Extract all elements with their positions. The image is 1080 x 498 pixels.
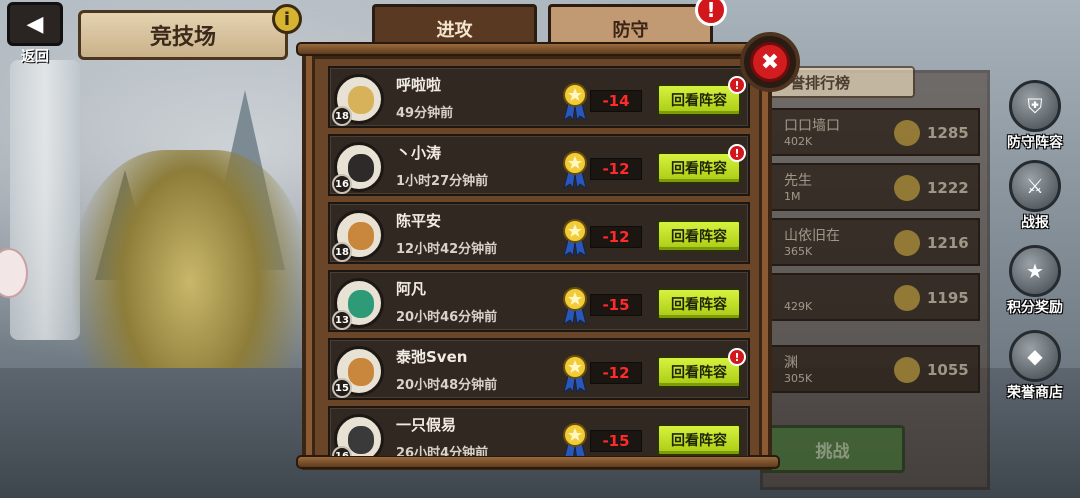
right-menu-label: 防守阵容 bbox=[1007, 135, 1063, 151]
player-level-badge: 15 bbox=[332, 378, 352, 398]
ranking-score: 1195 bbox=[927, 289, 969, 307]
ranking-name: 山依旧在 bbox=[784, 228, 840, 244]
battle-report-icon: ⚔ bbox=[1009, 160, 1061, 212]
ranking-power: 365K bbox=[784, 245, 813, 258]
medal-icon bbox=[563, 423, 587, 456]
avatar-face bbox=[348, 222, 374, 250]
right-menu-label: 积分奖励 bbox=[1007, 300, 1063, 316]
player-name: 阿凡 bbox=[396, 280, 427, 298]
close-button[interactable]: ✖ bbox=[740, 32, 800, 92]
right-menu-label: 荣誉商店 bbox=[1007, 385, 1063, 401]
ranking-score: 1285 bbox=[927, 124, 969, 142]
ranking-score: 1216 bbox=[927, 234, 969, 252]
page-title: 竞技场 bbox=[78, 10, 288, 60]
info-icon[interactable]: i bbox=[272, 4, 302, 34]
ranking-power: 305K bbox=[784, 372, 813, 385]
record-time: 26小时4分钟前 bbox=[396, 446, 489, 456]
player-name: 丶小涛 bbox=[396, 144, 442, 162]
record-time: 20小时46分钟前 bbox=[396, 310, 498, 325]
medal-icon bbox=[894, 230, 920, 256]
score-change: -14 bbox=[590, 90, 642, 112]
medal-icon bbox=[563, 287, 587, 326]
medal-icon bbox=[563, 355, 587, 394]
ranking-score: 1055 bbox=[927, 361, 969, 379]
review-lineup-button[interactable]: 回看阵容 bbox=[657, 220, 741, 252]
shield-icon: ⛨ bbox=[1009, 80, 1061, 132]
challenge-button[interactable]: 挑战 bbox=[760, 425, 905, 473]
avatar-face bbox=[348, 86, 374, 114]
review-lineup-button[interactable]: 回看阵容 bbox=[657, 288, 741, 320]
ranking-name: 先生 bbox=[784, 173, 812, 189]
review-lineup-button[interactable]: 回看阵容 bbox=[657, 424, 741, 456]
player-level-badge: 13 bbox=[332, 310, 352, 330]
reward-icon: ★ bbox=[1009, 245, 1061, 297]
ranking-row: 429K 1195 bbox=[760, 273, 980, 321]
ranking-power: 429K bbox=[784, 300, 813, 313]
record-time: 20小时48分钟前 bbox=[396, 378, 498, 393]
defense-record-row: 18 陈平安 12小时42分钟前 -12 回看阵容 bbox=[328, 202, 750, 264]
avatar-face bbox=[348, 290, 374, 318]
defense-record-row: 16 一只假易 26小时4分钟前 -15 回看阵容 bbox=[328, 406, 750, 456]
medal-icon bbox=[894, 120, 920, 146]
defense-record-row: 18 呼啦啦 49分钟前 -14 回看阵容 ! bbox=[328, 66, 750, 128]
ranking-name: 口口墙口 bbox=[784, 118, 840, 134]
right-menu-label: 战报 bbox=[1021, 215, 1049, 231]
defense-record-row: 13 阿凡 20小时46分钟前 -15 回看阵容 bbox=[328, 270, 750, 332]
ranking-power: 1M bbox=[784, 190, 801, 203]
player-name: 一只假易 bbox=[396, 416, 457, 434]
right-menu-item[interactable]: ⚔ 战报 bbox=[992, 160, 1078, 232]
avatar-face bbox=[348, 358, 374, 386]
right-menu-item[interactable]: ⛨ 防守阵容 bbox=[992, 80, 1078, 152]
record-time: 49分钟前 bbox=[396, 106, 454, 121]
right-menu-item[interactable]: ◆ 荣誉商店 bbox=[992, 330, 1078, 402]
ranking-score: 1222 bbox=[927, 179, 969, 197]
right-menu-item[interactable]: ★ 积分奖励 bbox=[992, 245, 1078, 317]
player-level-badge: 18 bbox=[332, 106, 352, 126]
record-time: 1小时27分钟前 bbox=[396, 174, 489, 189]
medal-icon bbox=[894, 285, 920, 311]
ranking-row: 渊 305K 1055 bbox=[760, 345, 980, 393]
ranking-row: 先生 1M 1222 bbox=[760, 163, 980, 211]
ranking-power: 402K bbox=[784, 135, 813, 148]
scroll-rod-bottom bbox=[296, 455, 780, 469]
shop-icon: ◆ bbox=[1009, 330, 1061, 382]
player-name: 呼啦啦 bbox=[396, 76, 442, 94]
medal-icon bbox=[894, 357, 920, 383]
avatar-face bbox=[348, 154, 374, 182]
back-arrow-icon: ◀ bbox=[7, 2, 63, 46]
defense-record-list[interactable]: 18 呼啦啦 49分钟前 -14 回看阵容 ! 16 丶小涛 1小时27分钟前 … bbox=[328, 66, 750, 456]
score-change: -15 bbox=[590, 294, 642, 316]
scroll-rod-top bbox=[296, 42, 780, 56]
player-name: 泰弛Sven bbox=[396, 348, 468, 366]
medal-icon bbox=[563, 151, 587, 190]
ranking-row: 口口墙口 402K 1285 bbox=[760, 108, 980, 156]
ranking-row: 山依旧在 365K 1216 bbox=[760, 218, 980, 266]
defense-record-row: 15 泰弛Sven 20小时48分钟前 -12 回看阵容 ! bbox=[328, 338, 750, 400]
medal-icon bbox=[563, 83, 587, 122]
back-button[interactable]: ◀ 返回 bbox=[4, 2, 66, 66]
score-change: -12 bbox=[590, 362, 642, 384]
score-change: -15 bbox=[590, 430, 642, 452]
player-level-badge: 16 bbox=[332, 174, 352, 194]
avatar-face bbox=[348, 426, 374, 454]
back-label: 返回 bbox=[21, 49, 49, 65]
player-level-badge: 18 bbox=[332, 242, 352, 262]
score-change: -12 bbox=[590, 226, 642, 248]
medal-icon bbox=[563, 219, 587, 258]
score-change: -12 bbox=[590, 158, 642, 180]
alert-icon: ! bbox=[728, 144, 746, 162]
alert-icon: ! bbox=[728, 348, 746, 366]
close-icon: ✖ bbox=[750, 42, 790, 82]
player-name: 陈平安 bbox=[396, 212, 442, 230]
alert-icon: ! bbox=[728, 76, 746, 94]
defense-record-row: 16 丶小涛 1小时27分钟前 -12 回看阵容 ! bbox=[328, 134, 750, 196]
record-time: 12小时42分钟前 bbox=[396, 242, 498, 257]
medal-icon bbox=[894, 175, 920, 201]
ranking-name: 渊 bbox=[784, 355, 798, 371]
